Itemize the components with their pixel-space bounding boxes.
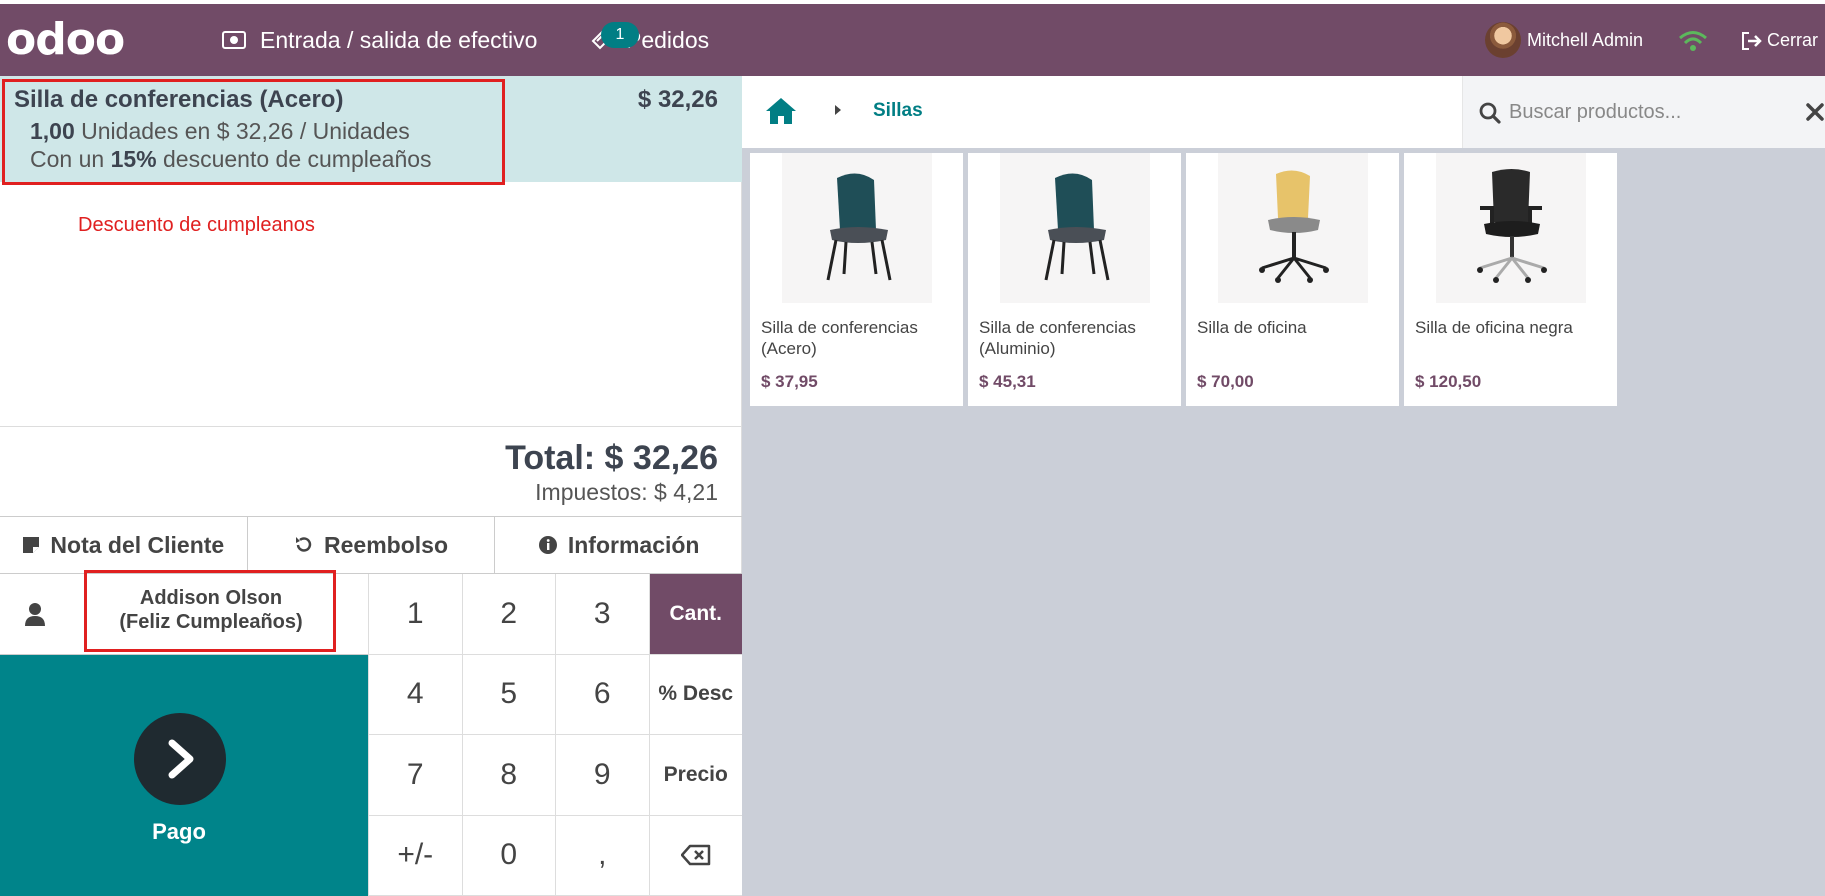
highlight-box-order-line [2, 79, 505, 185]
home-icon[interactable] [764, 96, 798, 126]
wifi-icon [1679, 31, 1707, 51]
highlight-box-customer [84, 570, 336, 652]
close-label: Cerrar [1767, 30, 1819, 50]
numpad-key-7[interactable]: 7 [368, 735, 462, 816]
numpad-key-1[interactable]: 1 [368, 574, 462, 655]
product-name: Silla de oficina [1197, 318, 1307, 337]
numpad-key-comma[interactable]: , [555, 815, 649, 896]
numpad-backspace[interactable] [648, 815, 742, 896]
user-name: Mitchell Admin [1527, 29, 1644, 50]
numpad-key-8[interactable]: 8 [461, 735, 555, 816]
sticky-note-icon [23, 537, 40, 553]
product-card[interactable]: Silla de conferencias (Acero) $ 37,95 [750, 153, 963, 406]
order-summary: Total: $ 32,26 Impuestos: $ 4,21 [0, 426, 742, 516]
close-session-button[interactable]: Cerrar [1740, 30, 1818, 51]
product-image [1436, 153, 1586, 303]
backspace-icon [680, 845, 710, 866]
info-label: Información [567, 531, 700, 558]
product-name: Silla de conferencias (Acero) [761, 318, 918, 358]
user-icon [25, 603, 45, 626]
numpad-key-2[interactable]: 2 [461, 574, 555, 655]
chevron-right-icon [168, 739, 194, 779]
numpad: 1 2 3 Cant. 4 5 6 % Desc 7 8 9 Precio +/… [368, 574, 742, 896]
customer-note-label: Nota del Cliente [50, 531, 225, 558]
order-total: Total: $ 32,26 [505, 439, 718, 477]
money-icon [222, 31, 246, 49]
undo-icon [296, 537, 312, 552]
avatar [1485, 22, 1521, 58]
top-navbar: odoo Entrada / salida de efectivo Pedido… [0, 0, 1825, 76]
numpad-key-4[interactable]: 4 [368, 654, 462, 735]
product-price: $ 120,50 [1415, 372, 1482, 391]
payment-label: Pago [152, 819, 206, 844]
product-card[interactable]: Silla de oficina negra $ 120,50 [1404, 153, 1617, 406]
black-office-chair-icon [1477, 169, 1547, 283]
numpad-key-5[interactable]: 5 [461, 654, 555, 735]
numpad-key-0[interactable]: 0 [461, 815, 555, 896]
numpad-key-3[interactable]: 3 [555, 574, 649, 655]
product-image [1000, 153, 1150, 303]
product-price: $ 45,31 [979, 372, 1036, 391]
product-screen: Sillas Silla de conferencias (Acero) $ 3… [742, 76, 1825, 896]
product-name: Silla de oficina negra [1415, 318, 1573, 337]
info-icon [538, 536, 557, 554]
product-image [782, 153, 932, 303]
numpad-key-sign[interactable]: +/- [368, 815, 462, 896]
cash-in-out-label: Entrada / salida de efectivo [260, 26, 538, 53]
numpad-mode-quantity[interactable]: Cant. [648, 574, 742, 655]
orders-count-badge: 1 [601, 22, 639, 48]
conference-chair-icon [1044, 173, 1110, 281]
payment-button[interactable]: Pago [0, 655, 368, 896]
sign-out-icon [1742, 31, 1762, 50]
breadcrumb-category[interactable]: Sillas [873, 100, 923, 122]
caret-right-icon [835, 105, 841, 115]
close-icon[interactable] [1805, 102, 1825, 122]
refund-label: Reembolso [324, 531, 448, 558]
search-input[interactable] [1509, 96, 1779, 128]
breadcrumb: Sillas [742, 76, 1825, 148]
product-price: $ 70,00 [1197, 372, 1254, 391]
product-image [1218, 153, 1368, 303]
product-card[interactable]: Silla de conferencias (Aluminio) $ 45,31 [968, 153, 1181, 406]
payment-circle [134, 713, 226, 805]
search-icon [1479, 102, 1501, 124]
control-buttons: Nota del Cliente Reembolso Información [0, 516, 742, 574]
numpad-mode-price[interactable]: Precio [648, 735, 742, 816]
office-chair-icon [1259, 170, 1329, 283]
numpad-mode-discount[interactable]: % Desc [648, 654, 742, 735]
product-list: Silla de conferencias (Acero) $ 37,95 Si… [750, 153, 1622, 406]
order-line-price: $ 32,26 [637, 86, 718, 113]
customer-note-button[interactable]: Nota del Cliente [0, 517, 248, 573]
odoo-logo: odoo [6, 14, 125, 65]
numpad-key-6[interactable]: 6 [555, 654, 649, 735]
order-panel: Silla de conferencias (Acero) $ 32,26 1,… [0, 76, 742, 896]
cash-in-out-button[interactable]: Entrada / salida de efectivo [222, 4, 537, 76]
conference-chair-icon [826, 173, 892, 281]
product-search [1462, 76, 1825, 148]
product-name: Silla de conferencias (Aluminio) [979, 318, 1136, 358]
product-card[interactable]: Silla de oficina $ 70,00 [1186, 153, 1399, 406]
refund-button[interactable]: Reembolso [248, 517, 496, 573]
order-taxes: Impuestos: $ 4,21 [535, 479, 718, 505]
numpad-key-9[interactable]: 9 [555, 735, 649, 816]
info-button[interactable]: Información [495, 517, 742, 573]
product-price: $ 37,95 [761, 372, 818, 391]
user-menu[interactable]: Mitchell Admin [1485, 22, 1643, 58]
annotation-text: Descuento de cumpleanos [78, 214, 315, 236]
